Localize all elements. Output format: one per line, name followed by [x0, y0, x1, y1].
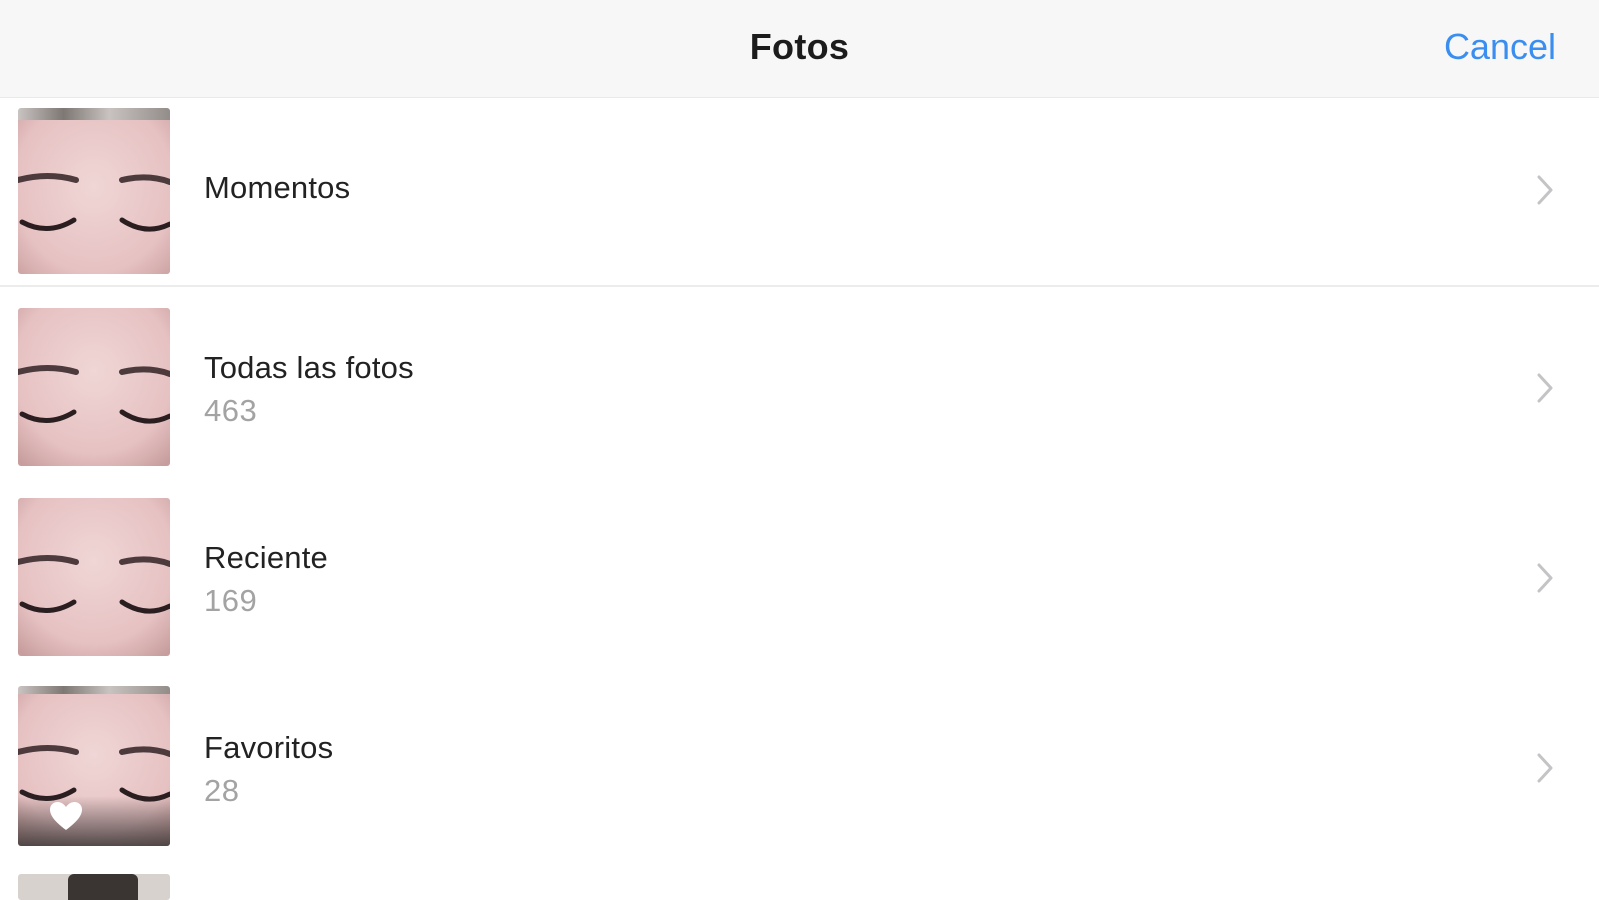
- face-photo: [18, 308, 170, 466]
- thumbnail-edge: [18, 686, 170, 694]
- cancel-button[interactable]: Cancel: [1444, 26, 1556, 68]
- album-count: 28: [204, 773, 240, 808]
- thumbnail-edge: [18, 108, 170, 120]
- navigation-bar: Fotos Cancel: [0, 0, 1599, 98]
- album-thumbnail: [18, 498, 170, 656]
- chevron-right-icon: [1537, 753, 1553, 783]
- face-photo: [18, 498, 170, 656]
- album-row-momentos[interactable]: Momentos: [0, 98, 1599, 288]
- album-name: Momentos: [204, 170, 351, 205]
- album-thumbnail: [18, 308, 170, 466]
- heart-icon: [50, 802, 82, 830]
- album-count: 463: [204, 393, 258, 428]
- album-thumbnail: [18, 108, 170, 274]
- album-row-todas-las-fotos[interactable]: Todas las fotos 463: [0, 298, 1599, 478]
- album-row-reciente[interactable]: Reciente 169: [0, 488, 1599, 668]
- section-separator: [0, 285, 1599, 287]
- album-thumbnail: [18, 874, 170, 900]
- album-row-favoritos[interactable]: Favoritos 28: [0, 678, 1599, 858]
- chevron-right-icon: [1537, 563, 1553, 593]
- chevron-right-icon: [1537, 373, 1553, 403]
- album-name: Todas las fotos: [204, 350, 414, 385]
- album-thumbnail: [18, 686, 170, 846]
- chevron-right-icon: [1537, 175, 1553, 205]
- page-title: Fotos: [749, 26, 850, 67]
- album-name: Favoritos: [204, 730, 334, 765]
- thumbnail-shade: [18, 796, 170, 846]
- album-count: 169: [204, 583, 258, 618]
- face-photo: [18, 120, 170, 274]
- album-name: Reciente: [204, 540, 328, 575]
- album-row-partial[interactable]: [0, 874, 1599, 900]
- thumbnail-content: [68, 874, 138, 900]
